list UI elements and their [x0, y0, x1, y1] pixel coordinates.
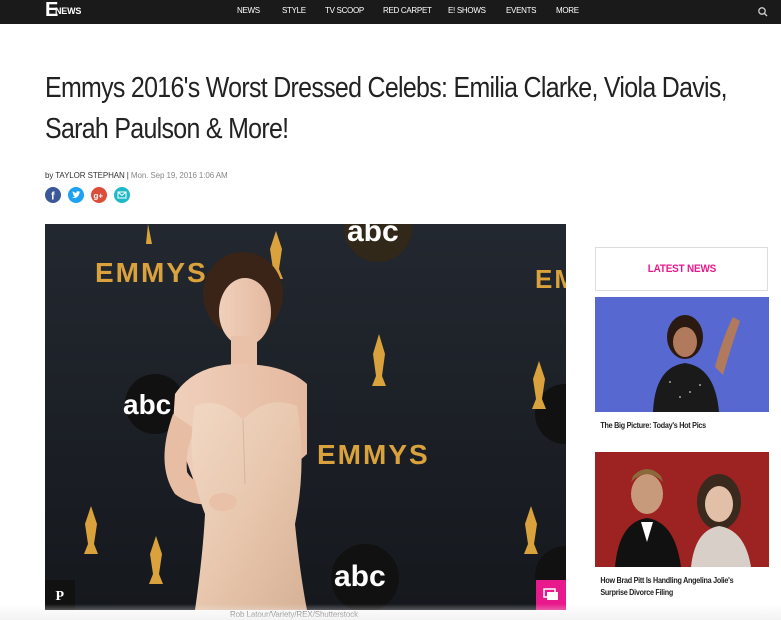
headline-line-1: Emmys 2016's Worst Dressed Celebs: Emili…	[45, 72, 728, 104]
nav-more[interactable]: MORE	[556, 6, 579, 15]
news-caption-line-2: Surprise Divorce Filing	[600, 588, 674, 597]
top-navigation-bar: E NEWS NEWS STYLE TV SCOOP RED CARPET E!…	[0, 0, 781, 24]
backdrop-emmys-text-1: EMMYS	[95, 257, 208, 288]
nav-e-shows[interactable]: E! SHOWS	[448, 6, 486, 15]
latest-news-header: LATEST NEWS	[595, 247, 768, 291]
news-thumbnail[interactable]	[595, 297, 769, 412]
svg-text:P: P	[56, 589, 65, 603]
latest-news-item[interactable]: The Big Picture: Today's Hot Pics	[595, 297, 769, 432]
hero-photo-scene: EMMYS EMMYS EM abc abc abc	[45, 224, 566, 610]
svg-text:abc: abc	[347, 224, 399, 248]
gallery-button[interactable]	[536, 580, 566, 610]
pinterest-icon: P	[56, 589, 65, 603]
nav-red-carpet[interactable]: RED CARPET	[383, 6, 432, 15]
latest-news-title: LATEST NEWS	[647, 263, 716, 275]
byline: by TAYLOR STEPHAN | Mon. Sep 19, 2016 1:…	[45, 171, 228, 180]
news-caption[interactable]: How Brad Pitt Is Handling Angelina Jolie…	[595, 575, 766, 599]
nav-tv-scoop[interactable]: TV SCOOP	[325, 6, 364, 15]
svg-text:g+: g+	[94, 192, 104, 201]
email-icon[interactable]	[114, 187, 130, 203]
pinterest-pin-button[interactable]: P	[45, 580, 75, 610]
nav-news[interactable]: NEWS	[237, 6, 260, 15]
main-nav: NEWS STYLE TV SCOOP RED CARPET E! SHOWS …	[0, 0, 781, 24]
author-link[interactable]: TAYLOR STEPHAN	[55, 171, 125, 180]
google-plus-icon[interactable]: g+	[91, 187, 107, 203]
byline-separator: |	[126, 171, 129, 180]
news-thumbnail[interactable]	[595, 452, 769, 567]
nav-style[interactable]: STYLE	[282, 6, 306, 15]
news-caption-line-1: How Brad Pitt Is Handling Angelina Jolie…	[600, 576, 734, 585]
byline-prefix: by	[45, 171, 54, 180]
svg-text:f: f	[51, 191, 55, 203]
search-icon[interactable]	[757, 5, 769, 17]
svg-text:abc: abc	[334, 560, 386, 593]
svg-text:abc: abc	[123, 389, 171, 420]
latest-news-item[interactable]: How Brad Pitt Is Handling Angelina Jolie…	[595, 452, 769, 599]
headline-line-2: Sarah Paulson & More!	[45, 113, 289, 145]
nav-events[interactable]: EVENTS	[506, 6, 537, 15]
article-hero-image[interactable]: EMMYS EMMYS EM abc abc abc	[45, 224, 566, 610]
photo-credit: Rob Latour/Variety/REX/Shutterstock	[230, 610, 358, 619]
publish-date: Mon. Sep 19, 2016 1:06 AM	[130, 171, 228, 180]
abc-logo-2: abc	[331, 544, 399, 610]
news-caption[interactable]: The Big Picture: Today's Hot Pics	[595, 420, 766, 432]
twitter-icon[interactable]	[68, 187, 84, 203]
article-headline: Emmys 2016's Worst Dressed Celebs: Emili…	[45, 68, 728, 150]
facebook-icon[interactable]: f	[45, 187, 61, 203]
backdrop-emmys-text-2: EMMYS	[317, 439, 430, 470]
gallery-icon	[543, 588, 558, 600]
backdrop-emmys-text-3: EM	[535, 264, 566, 294]
